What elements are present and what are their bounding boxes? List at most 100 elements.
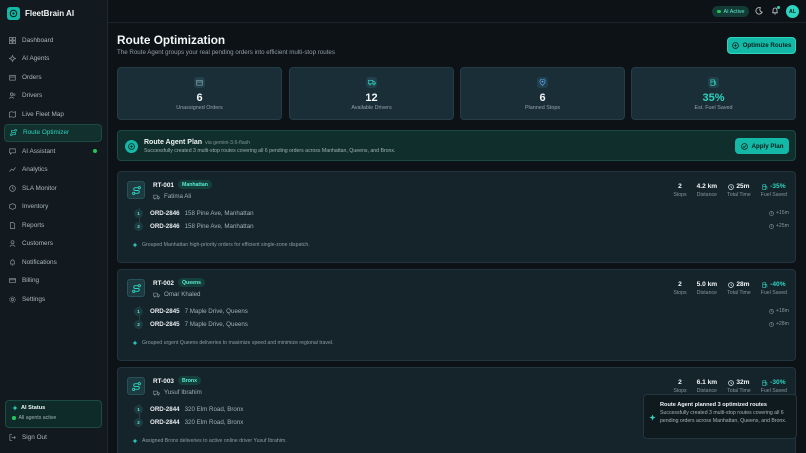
metric-fuel-saved: -40% Fuel Saved <box>761 281 787 296</box>
fuel-icon <box>708 77 719 88</box>
order-id: ORD-2844 <box>150 418 180 426</box>
route-note-text: Assigned Bronx deliveries to active onli… <box>142 438 287 444</box>
apply-plan-button[interactable]: Apply Plan <box>735 138 789 154</box>
metric-total-time: 28m Total Time <box>727 281 751 296</box>
sidebar-item-route-optimizer[interactable]: Route Optimizer <box>4 123 102 142</box>
sidebar-item-label: AI Assistant <box>22 147 56 155</box>
toast-description: Successfully created 3 multi-stop routes… <box>660 410 787 424</box>
metric-label: Fuel Saved <box>760 192 787 198</box>
driver-name: Fatima Ali <box>164 193 192 200</box>
stop-eta: +25m <box>769 223 789 229</box>
metric-value: 2 <box>678 379 682 386</box>
metric-distance: 6.1 km Distance <box>697 379 718 394</box>
fuel-icon <box>762 281 768 288</box>
sidebar-item-label: Billing <box>22 277 40 285</box>
driver-row: Omar Khaled <box>153 291 200 298</box>
sign-out-label: Sign Out <box>22 434 47 441</box>
user-icon <box>9 240 16 248</box>
optimize-routes-button[interactable]: Optimize Routes <box>727 37 796 54</box>
route-metrics: 2 Stops 6.1 km Distance 32m Total Time -… <box>673 379 787 394</box>
stat-label: Planned Stops <box>524 105 561 111</box>
plan-title: Route Agent Plan <box>144 139 203 146</box>
stat-label: Available Drivers <box>351 105 392 111</box>
sidebar-item-ai-agents[interactable]: AI Agents <box>4 50 102 69</box>
zone-badge: Queens <box>178 278 206 287</box>
route-icon <box>127 377 145 395</box>
notifications-button[interactable] <box>770 6 780 16</box>
fuel-icon <box>762 183 768 190</box>
sidebar-item-live-fleet-map[interactable]: Live Fleet Map <box>4 105 102 124</box>
online-status-dot <box>717 9 721 14</box>
route-id: RT-001 <box>153 182 174 189</box>
sidebar-item-analytics[interactable]: Analytics <box>4 161 102 180</box>
box-icon <box>9 74 16 81</box>
brand-logo-icon <box>7 7 20 20</box>
stop-number: 2 <box>134 319 143 329</box>
sidebar-item-customers[interactable]: Customers <box>4 235 102 254</box>
sidebar-item-notifications[interactable]: Notifications <box>4 253 102 272</box>
page-title: Route Optimization <box>117 33 226 47</box>
theme-toggle-button[interactable] <box>754 6 764 16</box>
metric-value-row: 28m <box>728 281 750 288</box>
metric-label: Total Time <box>727 192 751 198</box>
order-id: ORD-2845 <box>150 320 180 328</box>
plan-model: via gemini-3.6-flash <box>205 140 251 146</box>
metric-label: Stops <box>673 290 687 296</box>
sidebar-item-reports[interactable]: Reports <box>4 216 102 235</box>
stop-eta-value: +15m <box>775 210 789 216</box>
stop-row: 2 ORD-2846 158 Pine Ave, Manhattan +25m <box>134 221 789 231</box>
stop-number: 1 <box>134 404 143 414</box>
route-note-text: Grouped urgent Queens deliveries to maxi… <box>142 340 334 346</box>
sidebar-item-inventory[interactable]: Inventory <box>4 198 102 217</box>
sidebar-item-sla-monitor[interactable]: SLA Monitor <box>4 179 102 198</box>
metric-value-row: 32m <box>728 379 750 386</box>
map-icon <box>9 110 16 118</box>
sidebar-item-billing[interactable]: Billing <box>4 272 102 291</box>
brand[interactable]: FleetBrain AI <box>7 7 74 20</box>
order-address: 320 Elm Road, Bronx <box>184 405 244 413</box>
sidebar-item-label: Notifications <box>22 258 57 266</box>
sparkle-icon <box>132 340 138 346</box>
sidebar-item-settings[interactable]: Settings <box>4 290 102 309</box>
sidebar-item-label: Drivers <box>22 92 43 100</box>
route-card-rt-002[interactable]: RT-002 Queens Omar Khaled 2 Stops 5.0 km… <box>117 269 796 361</box>
sidebar-item-dashboard[interactable]: Dashboard <box>4 31 102 50</box>
toast-notification[interactable]: Route Agent planned 3 optimized routes S… <box>643 394 797 439</box>
metric-distance: 5.0 km Distance <box>697 281 718 296</box>
route-metrics: 2 Stops 5.0 km Distance 28m Total Time -… <box>673 281 787 296</box>
route-card-rt-001[interactable]: RT-001 Manhattan Fatima Ali 2 Stops 4.2 … <box>117 171 796 263</box>
order-id: ORD-2846 <box>150 222 180 230</box>
sign-out-button[interactable]: Sign Out <box>9 434 47 441</box>
sidebar-item-orders[interactable]: Orders <box>4 68 102 87</box>
sidebar-item-label: Reports <box>22 221 45 229</box>
chat-icon <box>9 148 16 155</box>
driver-name: Omar Khaled <box>164 291 201 298</box>
stat-value: 35% <box>702 92 725 104</box>
order-address: 7 Maple Drive, Queens <box>184 307 248 315</box>
truck-icon <box>153 390 160 396</box>
route-metrics: 2 Stops 4.2 km Distance 25m Total Time -… <box>673 183 787 198</box>
metric-label: Distance <box>696 192 717 198</box>
route-id: RT-003 <box>153 378 174 385</box>
sidebar-item-drivers[interactable]: Drivers <box>4 87 102 106</box>
sidebar-item-label: Customers <box>22 240 53 248</box>
order-address: 320 Elm Road, Bronx <box>184 418 244 426</box>
stop-eta-value: +28m <box>775 321 789 327</box>
avatar[interactable]: AL <box>786 5 799 18</box>
route-agent-plan-banner: Route Agent Plan via gemini-3.6-flash Suc… <box>117 130 796 161</box>
sidebar-item-ai-assistant[interactable]: AI Assistant <box>4 142 102 161</box>
stat-value: 6 <box>196 92 203 104</box>
metric-value-row: -35% <box>762 183 786 190</box>
plan-title-row: Route Agent Plan via gemini-3.6-flash <box>144 139 250 146</box>
sidebar-item-label: Route Optimizer <box>23 129 70 137</box>
metric-fuel-saved: -35% Fuel Saved <box>761 183 787 198</box>
stat-card-planned-stops: 6 Planned Stops <box>460 67 625 120</box>
moon-icon <box>755 7 763 15</box>
metric-value: 6.1 km <box>696 379 718 386</box>
metric-label: Stops <box>673 192 687 198</box>
metric-value: 2 <box>678 183 682 190</box>
ai-status-title: AI Status <box>21 405 46 411</box>
sidebar-item-label: Live Fleet Map <box>22 110 64 118</box>
stop-row: 1 ORD-2845 7 Maple Drive, Queens +18m <box>134 306 789 316</box>
route-icon <box>10 129 17 137</box>
